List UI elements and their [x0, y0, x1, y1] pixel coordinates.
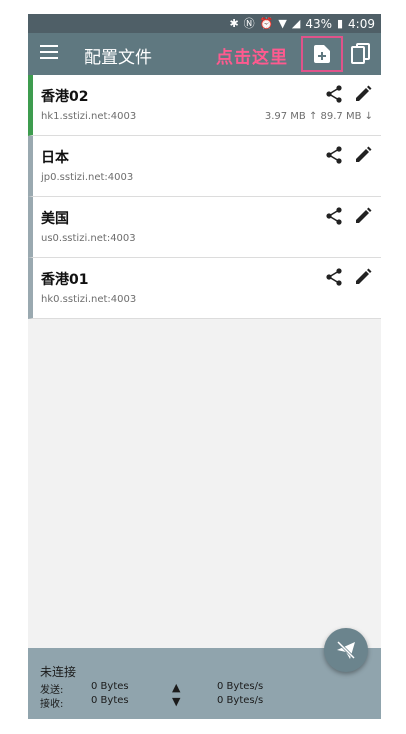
menu-icon[interactable]: [40, 45, 58, 61]
connect-fab[interactable]: [324, 628, 368, 672]
profile-host: hk0.sstizi.net:4003: [41, 294, 137, 305]
receive-total: 0 Bytes: [91, 695, 129, 706]
profile-card[interactable]: 美国 us0.sstizi.net:4003: [28, 197, 381, 258]
profile-host: hk1.sstizi.net:4003: [41, 111, 137, 122]
page-title: 配置文件: [84, 48, 152, 68]
edit-icon[interactable]: [354, 146, 372, 164]
profile-card[interactable]: 香港01 hk0.sstizi.net:4003: [28, 258, 381, 319]
alarm-icon: ⏰: [259, 17, 274, 30]
bluetooth-icon: ✱: [229, 17, 239, 30]
add-file-icon: [314, 45, 330, 63]
profile-card[interactable]: 日本 jp0.sstizi.net:4003: [28, 136, 381, 197]
share-icon[interactable]: [325, 146, 343, 164]
profile-host: jp0.sstizi.net:4003: [41, 172, 134, 183]
download-arrow-icon: ▼: [172, 695, 181, 708]
send-rate: 0 Bytes/s: [217, 681, 264, 692]
copy-icon: [351, 43, 370, 64]
signal-icon: ◢: [291, 17, 301, 30]
edit-icon[interactable]: [354, 268, 372, 286]
clock: 4:09: [348, 16, 375, 31]
send-label: 发送:: [40, 685, 64, 696]
upload-arrow-icon: ▲: [172, 681, 181, 694]
receive-rate: 0 Bytes/s: [217, 695, 264, 706]
nfc-icon: Ⓝ: [243, 17, 255, 30]
plane-off-icon: [336, 640, 356, 660]
wifi-icon: ▼: [278, 17, 287, 30]
edit-icon[interactable]: [354, 85, 372, 103]
profile-name: 香港01: [41, 272, 89, 288]
profile-card[interactable]: 香港02 hk1.sstizi.net:4003 3.97 MB ↑ 89.7 …: [28, 75, 381, 136]
battery-percent: 43%: [305, 16, 332, 31]
send-total: 0 Bytes: [91, 681, 129, 692]
connection-status: 未连接: [40, 665, 77, 679]
profile-name: 日本: [41, 150, 69, 166]
app-bar: 配置文件 点击这里: [28, 33, 381, 75]
click-here-annotation: 点击这里: [216, 48, 288, 68]
share-icon[interactable]: [325, 268, 343, 286]
share-icon[interactable]: [325, 207, 343, 225]
profile-name: 香港02: [41, 89, 89, 105]
profile-name: 美国: [41, 211, 69, 227]
profile-host: us0.sstizi.net:4003: [41, 233, 136, 244]
battery-icon: ▮: [336, 17, 344, 30]
status-bar: ✱ Ⓝ ⏰ ▼ ◢ 43% ▮ 4:09: [28, 14, 381, 33]
receive-label: 接收:: [40, 699, 64, 710]
send-row: 发送: 0 Bytes ▲ 0 Bytes/s: [40, 681, 370, 696]
share-icon[interactable]: [325, 85, 343, 103]
copy-profile-button[interactable]: [350, 43, 374, 65]
edit-icon[interactable]: [354, 207, 372, 225]
profile-list: 香港02 hk1.sstizi.net:4003 3.97 MB ↑ 89.7 …: [28, 75, 381, 319]
phone-screen: ✱ Ⓝ ⏰ ▼ ◢ 43% ▮ 4:09 配置文件 点击这里 香港02 hk1.…: [28, 14, 381, 719]
receive-row: 接收: 0 Bytes ▼ 0 Bytes/s: [40, 695, 370, 710]
add-profile-button[interactable]: [301, 36, 343, 72]
profile-traffic: 3.97 MB ↑ 89.7 MB ↓: [264, 111, 373, 122]
